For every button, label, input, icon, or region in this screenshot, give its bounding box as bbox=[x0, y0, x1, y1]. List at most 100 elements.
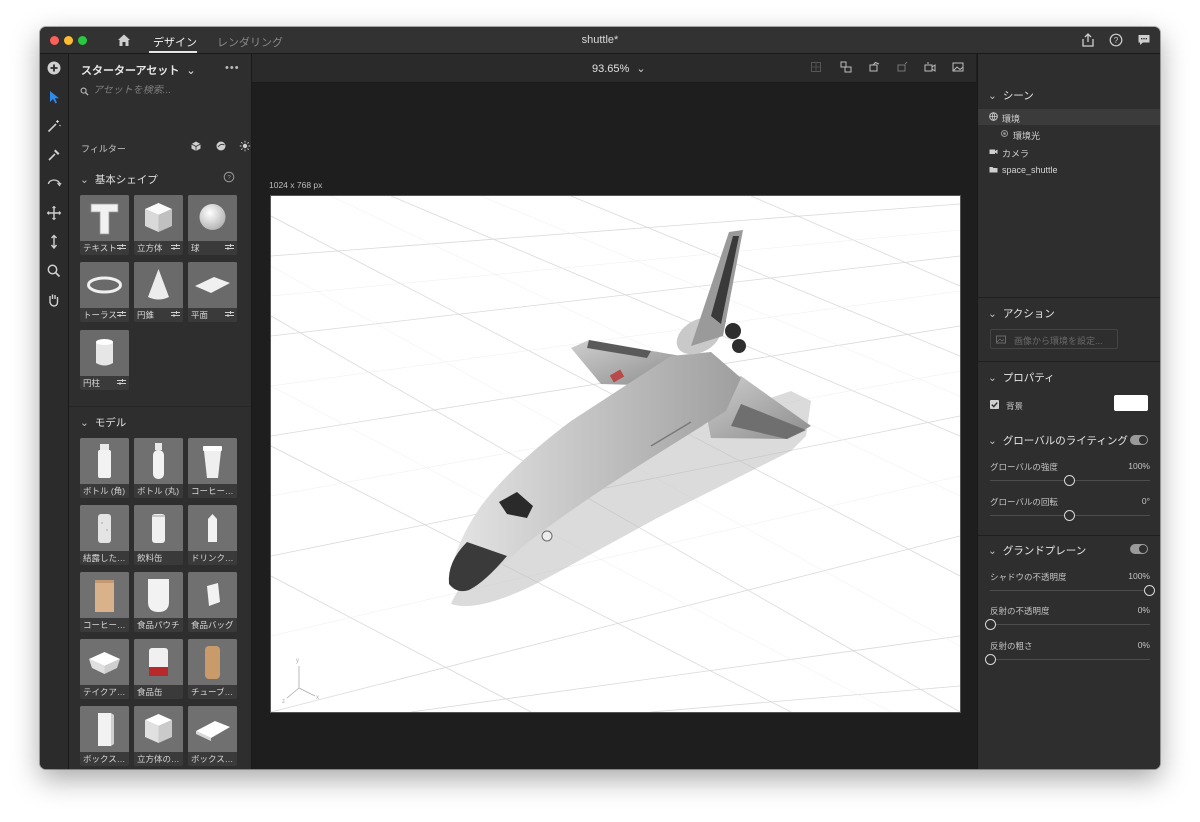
model-tile[interactable]: コーヒー… bbox=[188, 438, 237, 498]
adjust-icon[interactable] bbox=[225, 310, 234, 318]
camera-views-icon[interactable] bbox=[839, 60, 853, 74]
dolly-camera-icon[interactable] bbox=[45, 233, 63, 251]
artboard[interactable]: y x z bbox=[270, 195, 961, 713]
flat-box-thumbnail bbox=[188, 706, 237, 752]
section-divider bbox=[978, 361, 1160, 362]
background-color-swatch[interactable] bbox=[1114, 395, 1148, 411]
model-tile[interactable]: ボトル (丸) bbox=[134, 438, 183, 498]
intensity-value[interactable]: 100% bbox=[1128, 461, 1150, 471]
background-checkbox[interactable] bbox=[990, 400, 999, 409]
model-tile[interactable]: 結露した… bbox=[80, 505, 129, 565]
hand-tool-icon[interactable] bbox=[45, 291, 63, 309]
section-global-lighting-label: グローバルのライティング bbox=[1002, 435, 1128, 447]
adjust-icon[interactable] bbox=[225, 243, 234, 251]
reflection-opacity-value[interactable]: 0% bbox=[1138, 605, 1150, 615]
bottle-round-thumbnail bbox=[134, 438, 183, 484]
scene-item-environment[interactable]: 環境 bbox=[978, 109, 1160, 125]
filter-materials-icon[interactable] bbox=[215, 140, 227, 152]
model-tile[interactable]: ドリンク… bbox=[188, 505, 237, 565]
intensity-slider-thumb[interactable] bbox=[1064, 475, 1075, 486]
bottle-square-thumbnail bbox=[80, 438, 129, 484]
asset-label: テイクア… bbox=[83, 687, 126, 697]
camera-bookmark-icon[interactable] bbox=[923, 60, 937, 74]
reflection-roughness-slider-track[interactable] bbox=[990, 659, 1150, 660]
add-icon[interactable] bbox=[45, 59, 63, 77]
model-tile[interactable]: テイクア… bbox=[80, 639, 129, 699]
section-models[interactable]: ⌄ モデル bbox=[80, 415, 126, 430]
chevron-down-icon: ⌄ bbox=[186, 65, 196, 77]
reflection-roughness-slider-thumb[interactable] bbox=[985, 654, 996, 665]
asset-tile-plane[interactable]: 平面 bbox=[188, 262, 237, 322]
reflection-roughness-value[interactable]: 0% bbox=[1138, 640, 1150, 650]
asset-tile-sphere[interactable]: 球 bbox=[188, 195, 237, 255]
export-image-icon[interactable] bbox=[951, 60, 965, 74]
rotation-value[interactable]: 0° bbox=[1142, 496, 1150, 506]
model-tile[interactable]: コーヒー… bbox=[80, 572, 129, 632]
adjust-icon[interactable] bbox=[117, 378, 126, 386]
model-tile[interactable]: ボックス… bbox=[80, 706, 129, 766]
title-bar: デザイン レンダリング shuttle* ? bbox=[40, 27, 1160, 54]
adjust-icon[interactable] bbox=[171, 310, 180, 318]
scene-item-space-shuttle[interactable]: space_shuttle bbox=[978, 162, 1160, 178]
adjust-icon[interactable] bbox=[171, 243, 180, 251]
asset-tile-text[interactable]: テキスト bbox=[80, 195, 129, 255]
section-properties[interactable]: ⌄ プロパティ bbox=[988, 370, 1055, 385]
share-icon[interactable] bbox=[1080, 32, 1096, 48]
orbit-camera-icon[interactable] bbox=[45, 175, 63, 193]
section-basic-shapes-label: 基本シェイプ bbox=[94, 174, 158, 186]
cone-shape-thumbnail bbox=[134, 262, 183, 308]
select-tool-icon[interactable] bbox=[45, 88, 63, 106]
reflection-opacity-slider-track[interactable] bbox=[990, 624, 1150, 625]
asset-tile-cylinder[interactable]: 円柱 bbox=[80, 330, 129, 390]
shadow-opacity-slider-thumb[interactable] bbox=[1144, 585, 1155, 596]
filter-models-icon[interactable] bbox=[190, 140, 202, 152]
model-tile[interactable]: チューブ… bbox=[188, 639, 237, 699]
feedback-icon[interactable] bbox=[1136, 32, 1152, 48]
model-tile[interactable]: 食品バッグ bbox=[188, 572, 237, 632]
more-options-button[interactable]: ••• bbox=[225, 62, 240, 74]
model-tile[interactable]: ボックス… bbox=[188, 706, 237, 766]
set-environment-from-image-button[interactable]: 画像から環境を設定... bbox=[990, 329, 1118, 349]
help-icon[interactable]: ? bbox=[1108, 32, 1124, 48]
model-tile[interactable]: 食品パウチ bbox=[134, 572, 183, 632]
model-tile[interactable]: 食品缶 bbox=[134, 639, 183, 699]
assets-dropdown[interactable]: スターターアセット ⌄ bbox=[81, 62, 196, 78]
asset-tile-cone[interactable]: 円錐 bbox=[134, 262, 183, 322]
section-basic-shapes[interactable]: ⌄ 基本シェイプ bbox=[80, 172, 158, 187]
reflection-opacity-slider-thumb[interactable] bbox=[985, 619, 996, 630]
model-tile[interactable]: 飲料缶 bbox=[134, 505, 183, 565]
section-global-lighting[interactable]: ⌄ グローバルのライティング bbox=[988, 433, 1128, 448]
set-environment-label: 画像から環境を設定... bbox=[1014, 336, 1103, 346]
app-window: デザイン レンダリング shuttle* ? スターターアセット ⌄ ••• ア… bbox=[40, 27, 1160, 769]
viewport-scene[interactable]: y x z bbox=[271, 196, 960, 712]
frame-icon[interactable] bbox=[809, 60, 823, 74]
asset-tile-torus[interactable]: トーラス bbox=[80, 262, 129, 322]
sample-material-icon[interactable] bbox=[45, 146, 63, 164]
light-view-icon[interactable] bbox=[895, 60, 909, 74]
model-tile[interactable]: ボトル (角) bbox=[80, 438, 129, 498]
model-tile[interactable]: 立方体の… bbox=[134, 706, 183, 766]
scene-item-camera[interactable]: カメラ bbox=[978, 144, 1160, 160]
search-input[interactable] bbox=[93, 85, 233, 96]
filter-lights-icon[interactable] bbox=[239, 140, 251, 152]
help-icon[interactable]: ? bbox=[223, 171, 235, 183]
scene-item-ambient-light[interactable]: 環境光 bbox=[978, 126, 1160, 142]
section-scene[interactable]: ⌄ シーン bbox=[988, 88, 1034, 103]
asset-tile-cube[interactable]: 立方体 bbox=[134, 195, 183, 255]
adjust-icon[interactable] bbox=[117, 310, 126, 318]
pan-camera-icon[interactable] bbox=[45, 204, 63, 222]
shadow-opacity-slider-track[interactable] bbox=[990, 590, 1150, 591]
zoom-icon[interactable] bbox=[45, 262, 63, 280]
global-lighting-toggle[interactable] bbox=[1130, 435, 1148, 445]
ground-plane-toggle[interactable] bbox=[1130, 544, 1148, 554]
section-actions[interactable]: ⌄ アクション bbox=[988, 306, 1055, 321]
drink-carton-thumbnail bbox=[188, 505, 237, 551]
zoom-dropdown[interactable]: 93.65% ⌄ bbox=[592, 62, 646, 75]
adjust-icon[interactable] bbox=[117, 243, 126, 251]
orbit-view-icon[interactable] bbox=[867, 60, 881, 74]
shadow-opacity-value[interactable]: 100% bbox=[1128, 571, 1150, 581]
section-ground-plane[interactable]: ⌄ グランドプレーン bbox=[988, 543, 1086, 558]
rotation-slider-thumb[interactable] bbox=[1064, 510, 1075, 521]
asset-label: ボトル (丸) bbox=[137, 486, 180, 496]
magic-select-icon[interactable] bbox=[45, 117, 63, 135]
